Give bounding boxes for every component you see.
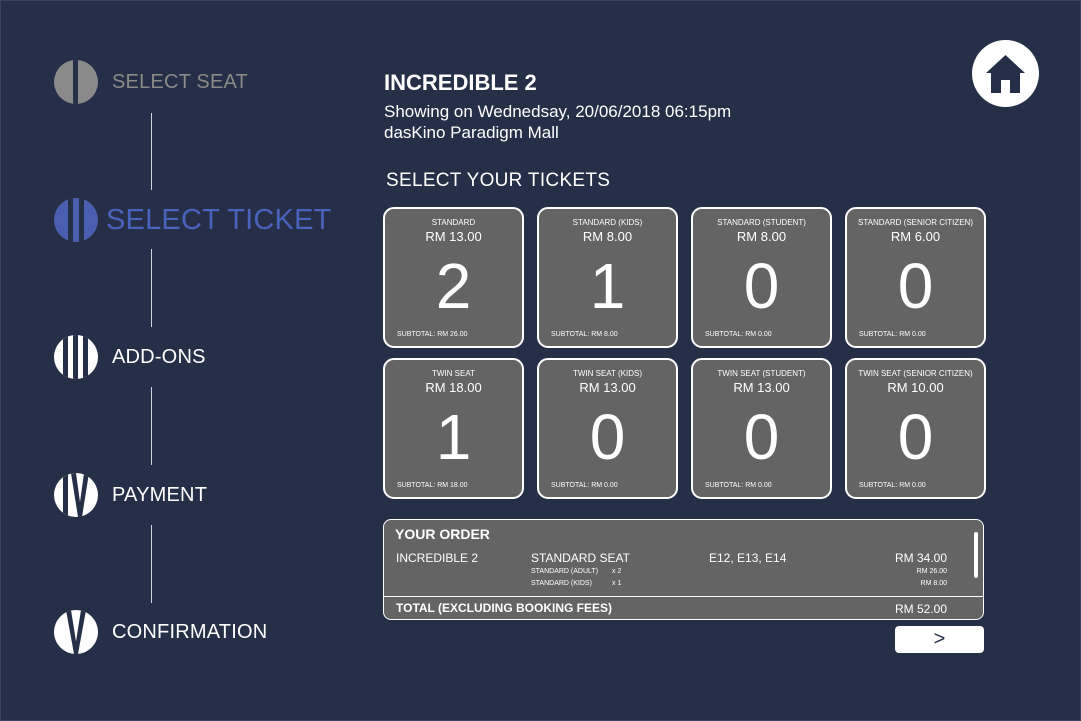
- order-summary: YOUR ORDER INCREDIBLE 2 STANDARD SEAT E1…: [383, 519, 984, 620]
- ticket-quantity[interactable]: 1: [539, 249, 676, 323]
- order-detail-qty: x 2: [612, 568, 622, 575]
- step-connector: [151, 525, 152, 603]
- next-button[interactable]: >: [895, 626, 984, 653]
- order-amount: RM 34.00: [894, 551, 947, 565]
- ticket-subtotal: SUBTOTAL: RM 18.00: [397, 482, 468, 489]
- ticket-price: RM 13.00: [733, 380, 790, 395]
- home-button[interactable]: [972, 40, 1039, 107]
- order-total-label: TOTAL (EXCLUDING BOOKING FEES): [396, 601, 613, 615]
- ticket-price: RM 13.00: [579, 380, 636, 395]
- ticket-name: TWIN SEAT (SENIOR CITIZEN): [858, 369, 973, 378]
- roman-two-icon: [54, 198, 98, 242]
- order-detail-price: RM 26.00: [916, 568, 947, 575]
- roman-three-icon: [54, 335, 98, 379]
- ticket-name: STANDARD (KIDS): [572, 218, 643, 227]
- ticket-subtotal: SUBTOTAL: RM 0.00: [859, 331, 926, 338]
- showtime-text: Showing on Wednedsay, 20/06/2018 06:15pm: [384, 102, 732, 121]
- ticket-name: STANDARD (STUDENT): [717, 218, 806, 227]
- ticket-quantity[interactable]: 0: [847, 400, 984, 474]
- step-label: SELECT TICKET: [106, 203, 332, 236]
- ticket-name: STANDARD (SENIOR CITIZEN): [858, 218, 973, 227]
- ticket-quantity[interactable]: 0: [693, 400, 830, 474]
- step-label: CONFIRMATION: [112, 620, 268, 643]
- ticket-card-twin-seat-student[interactable]: TWIN SEAT (STUDENT) RM 13.00 0 SUBTOTAL:…: [691, 358, 832, 499]
- ticket-name: TWIN SEAT (KIDS): [572, 369, 643, 378]
- movie-title: INCREDIBLE 2: [384, 70, 537, 95]
- order-detail-qty: x 1: [612, 580, 622, 587]
- ticket-price: RM 8.00: [736, 229, 787, 244]
- step-label: ADD-ONS: [112, 345, 206, 368]
- ticket-grid: STANDARD RM 13.00 2 SUBTOTAL: RM 26.00 S…: [383, 207, 986, 499]
- ticket-subtotal: SUBTOTAL: RM 0.00: [705, 482, 772, 489]
- step-connector: [151, 113, 152, 190]
- ticket-card-twin-seat-senior[interactable]: TWIN SEAT (SENIOR CITIZEN) RM 10.00 0 SU…: [845, 358, 986, 499]
- order-movie: INCREDIBLE 2: [396, 551, 479, 565]
- ticket-quantity[interactable]: 2: [385, 249, 522, 323]
- ticket-card-standard-student[interactable]: STANDARD (STUDENT) RM 8.00 0 SUBTOTAL: R…: [691, 207, 832, 348]
- order-scrollbar[interactable]: [974, 532, 978, 578]
- step-label: PAYMENT: [112, 483, 208, 506]
- step-select-ticket[interactable]: SELECT TICKET: [54, 198, 332, 242]
- roman-five-icon: [54, 610, 98, 654]
- ticket-price: RM 8.00: [582, 229, 633, 244]
- next-arrow: >: [933, 628, 946, 650]
- ticket-card-standard[interactable]: STANDARD RM 13.00 2 SUBTOTAL: RM 26.00: [383, 207, 524, 348]
- ticket-subtotal: SUBTOTAL: RM 26.00: [397, 331, 468, 338]
- step-connector: [151, 387, 152, 465]
- ticket-price: RM 10.00: [887, 380, 944, 395]
- roman-one-icon: [54, 60, 98, 104]
- ticket-quantity[interactable]: 0: [847, 249, 984, 323]
- ticket-card-standard-senior[interactable]: STANDARD (SENIOR CITIZEN) RM 6.00 0 SUBT…: [845, 207, 986, 348]
- step-select-seat[interactable]: SELECT SEAT: [54, 60, 248, 104]
- ticket-name: STANDARD: [431, 218, 476, 227]
- order-seats: E12, E13, E14: [709, 551, 787, 565]
- step-payment[interactable]: PAYMENT: [54, 473, 207, 517]
- ticket-subtotal: SUBTOTAL: RM 0.00: [859, 482, 926, 489]
- ticket-price: RM 6.00: [890, 229, 941, 244]
- roman-four-icon: [54, 473, 98, 517]
- ticket-card-twin-seat-kids[interactable]: TWIN SEAT (KIDS) RM 13.00 0 SUBTOTAL: RM…: [537, 358, 678, 499]
- ticket-subtotal: SUBTOTAL: RM 0.00: [551, 482, 618, 489]
- ticket-quantity[interactable]: 0: [539, 400, 676, 474]
- step-label: SELECT SEAT: [112, 70, 248, 93]
- ticket-quantity[interactable]: 1: [385, 400, 522, 474]
- order-detail-price: RM 8.00: [920, 580, 947, 587]
- step-confirmation[interactable]: CONFIRMATION: [54, 610, 267, 654]
- section-title: SELECT YOUR TICKETS: [386, 170, 611, 191]
- order-total-value: RM 52.00: [894, 602, 947, 616]
- ticket-price: RM 13.00: [425, 229, 482, 244]
- ticket-card-twin-seat[interactable]: TWIN SEAT RM 18.00 1 SUBTOTAL: RM 18.00: [383, 358, 524, 499]
- order-seat-type: STANDARD SEAT: [531, 551, 630, 565]
- ticket-subtotal: SUBTOTAL: RM 0.00: [705, 331, 772, 338]
- order-detail-label: STANDARD (KIDS): [531, 580, 592, 587]
- ticket-price: RM 18.00: [425, 380, 482, 395]
- ticket-name: TWIN SEAT: [432, 369, 475, 378]
- order-divider: [384, 596, 983, 597]
- step-add-ons[interactable]: ADD-ONS: [54, 335, 206, 379]
- venue-text: dasKino Paradigm Mall: [384, 123, 559, 142]
- step-connector: [151, 249, 152, 327]
- order-heading: YOUR ORDER: [395, 526, 490, 542]
- ticket-name: TWIN SEAT (STUDENT): [717, 369, 806, 378]
- order-detail-label: STANDARD (ADULT): [531, 568, 599, 575]
- ticket-quantity[interactable]: 0: [693, 249, 830, 323]
- ticket-subtotal: SUBTOTAL: RM 8.00: [551, 331, 618, 338]
- home-icon: [986, 55, 1025, 93]
- ticket-card-standard-kids[interactable]: STANDARD (KIDS) RM 8.00 1 SUBTOTAL: RM 8…: [537, 207, 678, 348]
